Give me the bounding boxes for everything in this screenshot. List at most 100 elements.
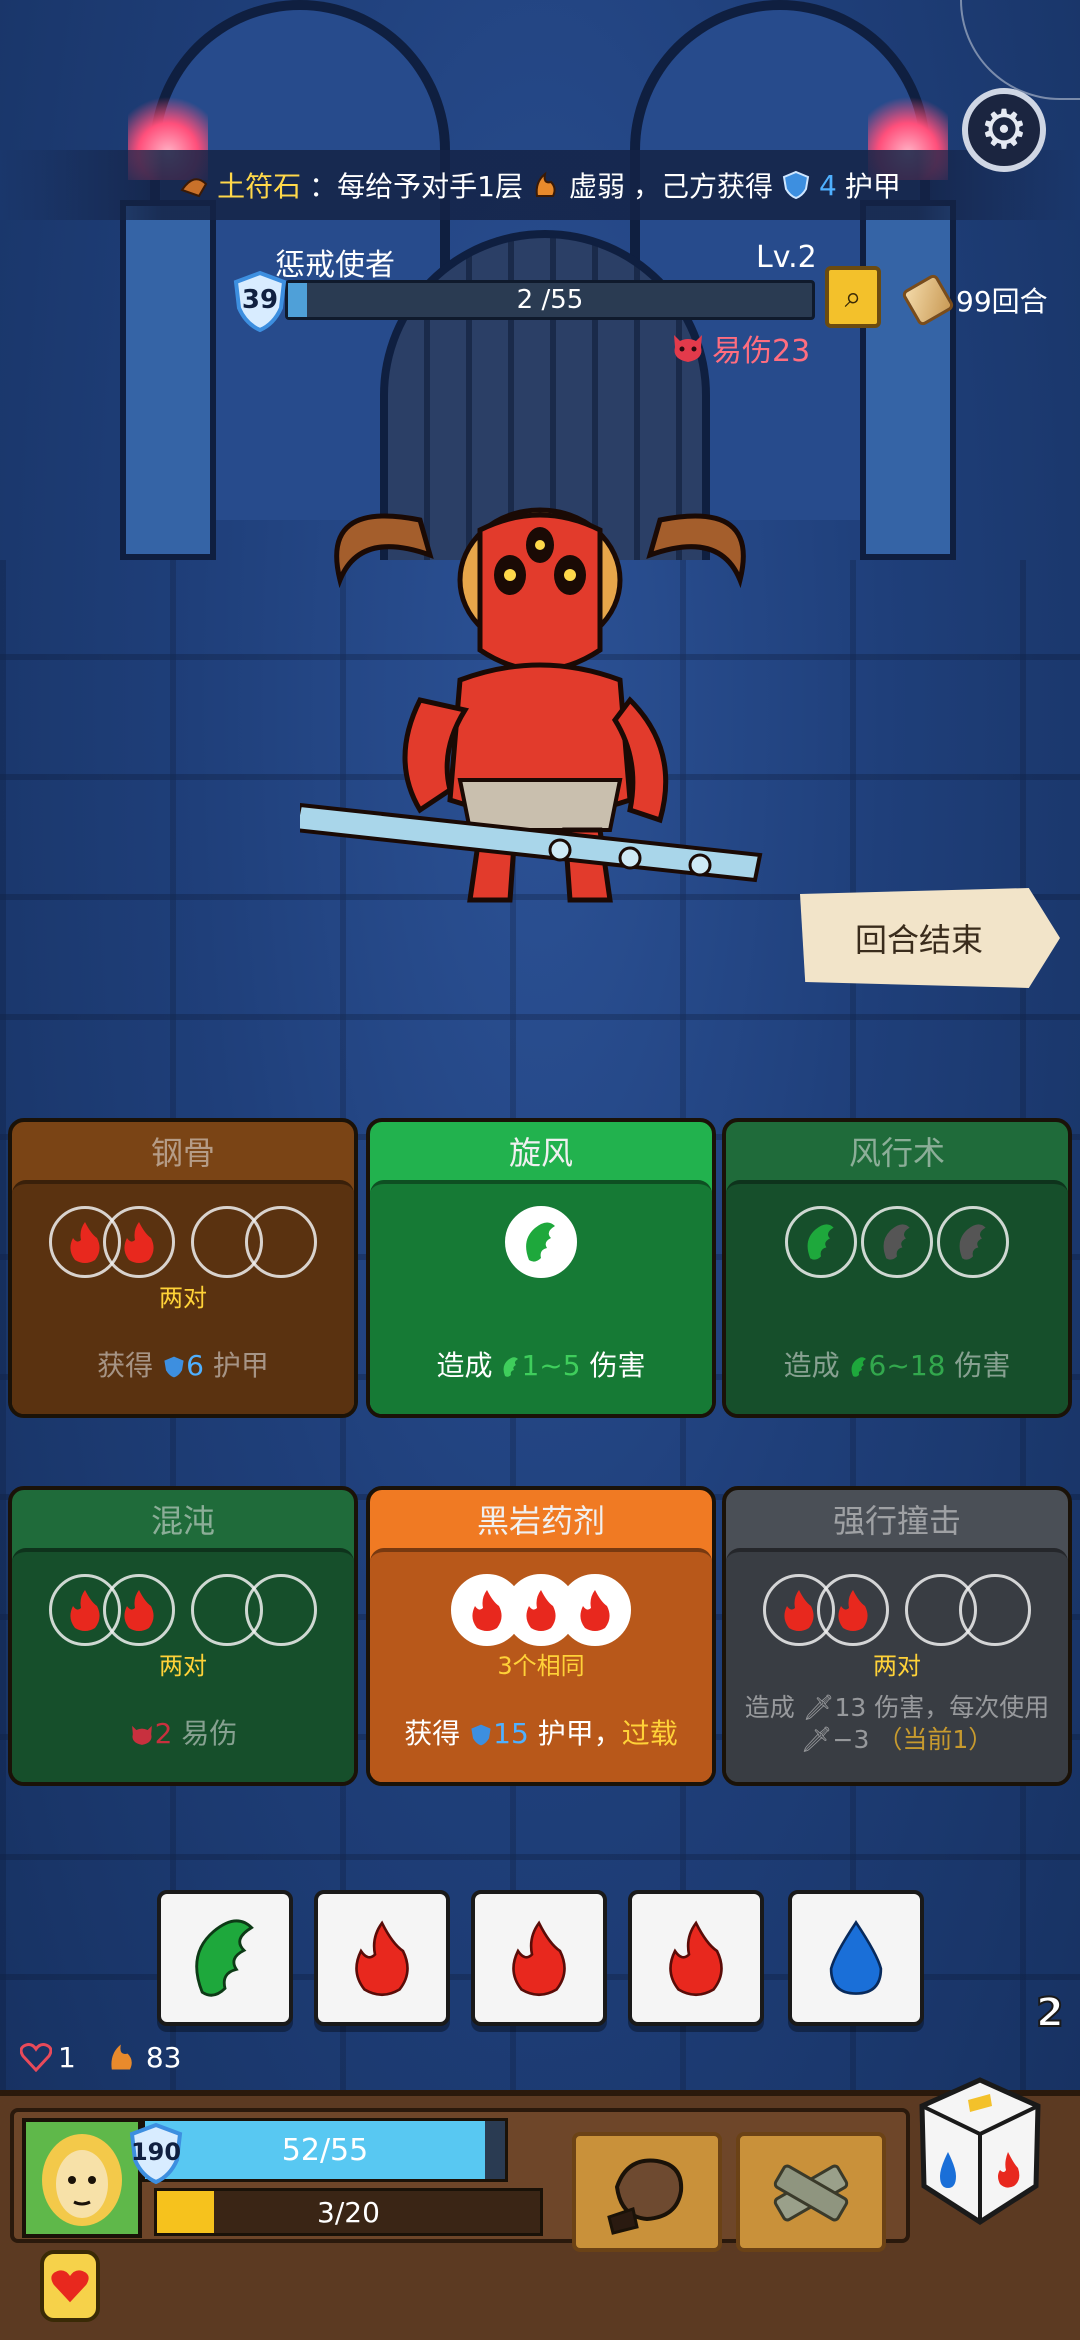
card-steel-bone[interactable]: 钢骨 两对 获得 6 护甲 — [8, 1118, 358, 1418]
fire-icon — [512, 1920, 566, 1997]
card-effect-prefix: 获得 — [97, 1349, 154, 1382]
end-turn-label: 回合结束 — [855, 921, 984, 959]
armor-shield-icon — [782, 170, 810, 200]
slot-fire — [559, 1574, 631, 1646]
card-whirlwind[interactable]: 旋风 造成 1~5 伤害 — [366, 1118, 716, 1418]
card-dice-slots — [370, 1206, 712, 1278]
enemy-name: 惩戒使者 — [275, 248, 395, 283]
player-energy-fill — [157, 2191, 215, 2233]
leaf-outline-icon — [959, 1224, 986, 1260]
card-effect-penalty: −3 — [832, 1725, 870, 1754]
weak-icon — [535, 171, 556, 197]
water-drop-icon — [829, 1920, 883, 1995]
die-water[interactable] — [788, 1890, 924, 2026]
end-turn-button[interactable]: 回合结束 — [800, 888, 1060, 988]
slot-any — [937, 1206, 1009, 1278]
card-effect: 获得 15 护甲，过载 — [370, 1712, 712, 1752]
sword-icon: 🗡 — [800, 1725, 833, 1754]
leaf-icon — [195, 1919, 254, 1997]
enemy-hp-bar: 2 /55 — [285, 280, 815, 320]
card-effect-suffix: 伤害 — [589, 1349, 646, 1382]
enemy-hp-fill — [288, 283, 307, 317]
slot-leaf — [785, 1206, 857, 1278]
player-shield-value: 190 — [130, 2138, 182, 2166]
card-condition: 3个相同 — [497, 1652, 585, 1680]
card-title: 强行撞击 — [832, 1502, 961, 1540]
vulnerable-icon — [674, 335, 702, 362]
card-effect-suffix: 伤害，每次使用 — [874, 1693, 1050, 1722]
card-body: 3个相同 获得 15 护甲，过载 — [370, 1548, 712, 1782]
rune-armor-word: 护甲 — [844, 170, 901, 203]
enemy-hp-text: 2 /55 — [516, 285, 584, 315]
card-effect-prefix: 获得 — [404, 1717, 461, 1750]
player-heart-count: 1 — [58, 2040, 76, 2074]
card-effect: 造成 1~5 伤害 — [370, 1344, 712, 1384]
fire-icon — [580, 1590, 610, 1631]
card-effect-value: 13 — [834, 1693, 867, 1722]
player-hp-bar: 52/55 — [142, 2118, 508, 2182]
vulnerable-text: 易伤23 — [712, 334, 811, 369]
card-effect-suffix: 护甲 — [212, 1349, 269, 1382]
avatar — [26, 2122, 138, 2234]
card-body: 两对 2 易伤 — [12, 1548, 354, 1782]
card-dice-slots — [370, 1574, 712, 1646]
card-blackrock-potion[interactable]: 黑岩药剂 3个相同 获得 15 护甲，过载 — [366, 1486, 716, 1786]
die-leaf[interactable] — [157, 1890, 293, 2026]
pillar-left — [120, 200, 216, 560]
weak-flame-icon — [111, 2044, 132, 2070]
fire-icon — [784, 1590, 814, 1631]
die-fire[interactable] — [628, 1890, 764, 2026]
slot-empty — [959, 1574, 1031, 1646]
card-dice-slots — [726, 1574, 1068, 1646]
slot-leaf — [505, 1206, 577, 1278]
leaf-icon — [807, 1224, 834, 1260]
armor-shield-icon — [164, 1356, 184, 1378]
player-energy-text: 3/20 — [317, 2195, 380, 2229]
player-hp-text: 52/55 — [281, 2132, 369, 2168]
die-fire[interactable] — [314, 1890, 450, 2026]
card-condition: 两对 — [159, 1652, 207, 1680]
rune-name: 土符石 — [217, 170, 302, 203]
player-flame-status: 83 — [104, 2040, 181, 2074]
fire-icon — [124, 1590, 154, 1631]
heart-potion-button[interactable] — [40, 2250, 100, 2322]
equipment-slot-gauntlet[interactable] — [572, 2132, 722, 2252]
card-effect: 造成 🗡13 伤害，每次使用 🗡−3 （当前1） — [726, 1692, 1068, 1756]
card-body: 造成 6~18 伤害 — [726, 1180, 1068, 1414]
turn-counter-text: 99回合 — [956, 285, 1048, 318]
enemy-level: Lv.2 — [756, 240, 817, 275]
card-effect-value: 15 — [493, 1717, 529, 1750]
card-body: 两对 获得 6 护甲 — [12, 1180, 354, 1414]
card-wind-walk[interactable]: 风行术 造成 6~18 伤害 — [722, 1118, 1072, 1418]
leaf-icon — [526, 1222, 555, 1262]
card-effect-suffix: 易伤 — [181, 1717, 238, 1750]
card-body: 两对 造成 🗡13 伤害，每次使用 🗡−3 （当前1） — [726, 1548, 1068, 1782]
card-dice-slots — [726, 1206, 1068, 1278]
enemy-shield-badge: 39 — [232, 270, 288, 334]
armor-shield-icon — [471, 1724, 491, 1746]
card-effect-prefix: 造成 — [783, 1349, 840, 1382]
heart-shield-icon — [20, 2043, 52, 2072]
demon-monster[interactable] — [300, 460, 780, 960]
card-effect-overload: 过载 — [621, 1717, 678, 1750]
settings-gear-button[interactable]: ⚙ — [962, 88, 1046, 172]
turn-counter: 99回合 — [900, 272, 1048, 328]
card-forced-ram[interactable]: 强行撞击 两对 造成 🗡13 伤害，每次使用 🗡−3 （当前1） — [722, 1486, 1072, 1786]
fire-icon — [472, 1590, 502, 1631]
rune-text-2: ，己方获得 — [633, 170, 774, 203]
card-effect-value: 2 — [154, 1717, 173, 1750]
die-fire[interactable] — [471, 1890, 607, 2026]
enemy-inspect-button[interactable]: ⌕ — [825, 266, 881, 328]
player-energy-bar: 3/20 — [154, 2188, 543, 2236]
reroll-die-button[interactable] — [918, 2076, 1042, 2226]
card-condition: 两对 — [873, 1652, 921, 1680]
rune-status-word: 虚弱 — [568, 170, 625, 203]
enemy-shield-value: 39 — [241, 285, 279, 315]
player-portrait[interactable] — [22, 2118, 142, 2238]
card-chaos[interactable]: 混沌 两对 2 易伤 — [8, 1486, 358, 1786]
equipment-slot-bandage[interactable] — [736, 2132, 886, 2252]
vulnerable-icon — [131, 1725, 152, 1745]
slot-empty — [245, 1206, 317, 1278]
gear-icon: ⚙ — [979, 98, 1029, 161]
card-effect: 造成 6~18 伤害 — [726, 1344, 1068, 1384]
